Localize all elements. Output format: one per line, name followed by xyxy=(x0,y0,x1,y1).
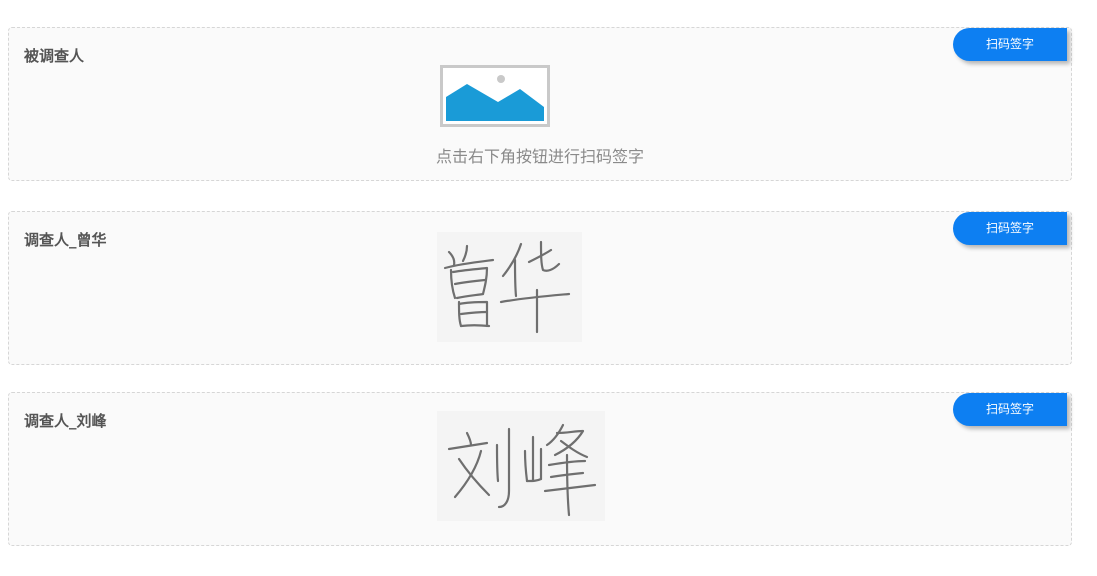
card-label: 调查人_刘峰 xyxy=(24,412,107,430)
placeholder-hint: 点击右下角按钮进行扫码签字 xyxy=(435,147,644,166)
signature-card-investigator-2: 调查人_刘峰 扫码签字 xyxy=(8,392,1072,546)
card-label: 调查人_曾华 xyxy=(24,231,107,249)
handwritten-signature-image xyxy=(437,232,582,342)
image-placeholder-icon xyxy=(440,65,550,127)
signature-card-investigator-1: 调查人_曾华 扫码签字 xyxy=(8,211,1072,365)
signature-card-interviewee: 被调查人 扫码签字 点击右下角按钮进行扫码签字 xyxy=(8,27,1072,181)
scan-sign-button[interactable]: 扫码签字 xyxy=(953,212,1067,245)
handwritten-signature-image xyxy=(437,411,605,521)
scan-sign-button[interactable]: 扫码签字 xyxy=(953,28,1067,61)
signature-page: 被调查人 扫码签字 点击右下角按钮进行扫码签字 调查人_曾华 扫码签字 调查人_… xyxy=(0,0,1097,576)
card-label: 被调查人 xyxy=(24,47,85,65)
scan-sign-button[interactable]: 扫码签字 xyxy=(953,393,1067,426)
